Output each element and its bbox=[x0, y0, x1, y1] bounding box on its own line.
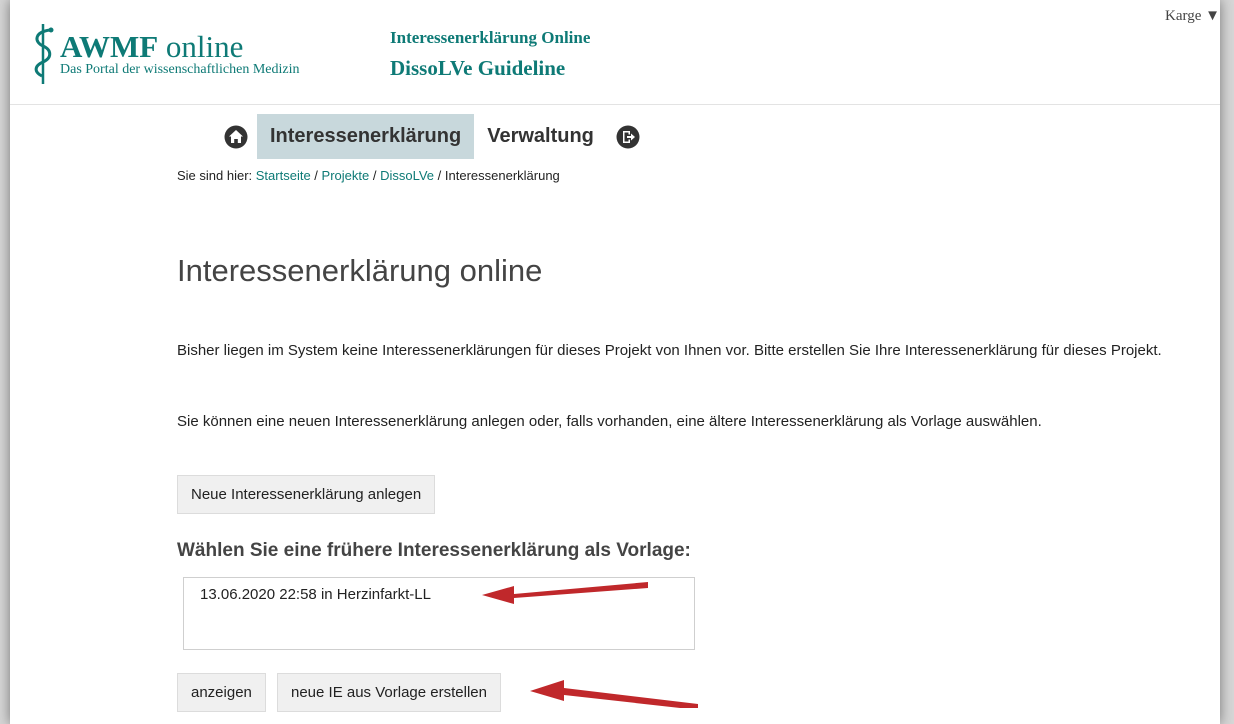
tab-verwaltung[interactable]: Verwaltung bbox=[474, 114, 607, 159]
breadcrumb-link-startseite[interactable]: Startseite bbox=[256, 168, 311, 183]
home-icon[interactable] bbox=[224, 125, 248, 149]
breadcrumb: Sie sind hier: Startseite / Projekte / D… bbox=[177, 168, 560, 183]
logout-icon[interactable] bbox=[616, 125, 640, 149]
guideline-title: DissoLVe Guideline bbox=[390, 56, 566, 80]
template-heading: Wählen Sie eine frühere Interessenerklär… bbox=[177, 540, 691, 561]
user-menu[interactable]: Karge ▼ bbox=[1165, 8, 1220, 25]
page-title: Interessenerklärung online bbox=[177, 253, 543, 288]
tab-interessenerklaerung[interactable]: Interessenerklärung bbox=[257, 114, 475, 159]
annotation-arrow bbox=[530, 680, 698, 708]
breadcrumb-link-projekte[interactable]: Projekte bbox=[322, 168, 370, 183]
site-header: AWMF online Das Portal der wissenschaftl… bbox=[10, 0, 1220, 105]
template-option[interactable]: 13.06.2020 22:58 in Herzinfarkt-LL bbox=[200, 586, 431, 603]
instruction-text: Sie können eine neuen Interessenerklärun… bbox=[177, 413, 1042, 430]
browser-page: AWMF online Das Portal der wissenschaftl… bbox=[10, 0, 1220, 724]
header-title: Interessenerklärung Online bbox=[390, 28, 591, 47]
show-button[interactable]: anzeigen bbox=[177, 673, 266, 712]
caduceus-icon bbox=[34, 24, 54, 84]
annotation-arrow bbox=[482, 582, 648, 604]
logo-subtitle: Das Portal der wissenschaftlichen Medizi… bbox=[60, 62, 300, 77]
info-text: Bisher liegen im System keine Interessen… bbox=[177, 342, 1162, 359]
create-from-template-button[interactable]: neue IE aus Vorlage erstellen bbox=[277, 673, 501, 712]
breadcrumb-link-dissolve[interactable]: DissoLVe bbox=[380, 168, 434, 183]
breadcrumb-current: Interessenerklärung bbox=[444, 168, 560, 183]
main-nav: Interessenerklärung Verwaltung bbox=[215, 114, 649, 159]
new-declaration-button[interactable]: Neue Interessenerklärung anlegen bbox=[177, 475, 436, 514]
logo-title: AWMF online bbox=[60, 29, 244, 64]
